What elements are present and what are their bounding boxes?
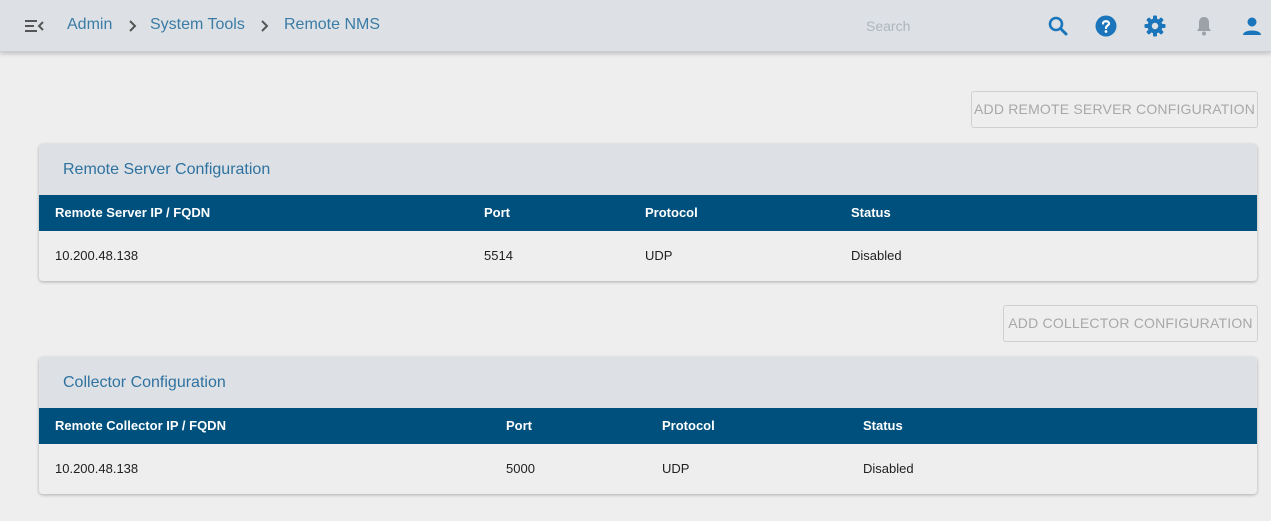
search-input[interactable] [858, 11, 1028, 41]
cell-ip: 10.200.48.138 [55, 461, 139, 476]
gear-icon[interactable] [1143, 14, 1167, 38]
card-title: Remote Server Configuration [39, 144, 1257, 195]
card-title: Collector Configuration [39, 357, 1257, 408]
chevron-right-icon [257, 16, 273, 36]
breadcrumb-admin[interactable]: Admin [67, 16, 112, 34]
column-header-protocol: Protocol [662, 418, 715, 433]
cell-ip: 10.200.48.138 [55, 248, 139, 263]
remote-server-configuration-card: Remote Server Configuration Remote Serve… [39, 144, 1257, 281]
table-header: Remote Collector IP / FQDN Port Protocol… [39, 408, 1257, 444]
cell-protocol: UDP [645, 248, 673, 263]
chevron-right-icon [125, 16, 141, 36]
menu-collapse-icon[interactable] [22, 14, 46, 38]
bell-icon[interactable] [1192, 14, 1216, 38]
add-collector-configuration-button[interactable]: ADD COLLECTOR CONFIGURATION [1003, 305, 1258, 342]
column-header-port: Port [484, 205, 510, 220]
cell-port: 5514 [484, 248, 513, 263]
collector-configuration-card: Collector Configuration Remote Collector… [39, 357, 1257, 494]
column-header-protocol: Protocol [645, 205, 698, 220]
help-icon[interactable] [1094, 14, 1118, 38]
column-header-status: Status [851, 205, 891, 220]
breadcrumb-remote-nms: Remote NMS [284, 16, 381, 33]
cell-status: Disabled [863, 461, 914, 476]
column-header-ip: Remote Collector IP / FQDN [55, 418, 226, 433]
table-row[interactable]: 10.200.48.138 5514 UDP Disabled [39, 231, 1257, 281]
add-remote-server-configuration-button[interactable]: ADD REMOTE SERVER CONFIGURATION [971, 91, 1258, 128]
cell-port: 5000 [506, 461, 535, 476]
top-bar: Admin System Tools Remote NMS [0, 0, 1271, 52]
column-header-port: Port [506, 418, 532, 433]
search-icon[interactable] [1046, 14, 1070, 38]
column-header-status: Status [863, 418, 903, 433]
cell-status: Disabled [851, 248, 902, 263]
cell-protocol: UDP [662, 461, 690, 476]
account-icon[interactable] [1240, 14, 1264, 38]
table-row[interactable]: 10.200.48.138 5000 UDP Disabled [39, 444, 1257, 494]
table-header: Remote Server IP / FQDN Port Protocol St… [39, 195, 1257, 231]
column-header-ip: Remote Server IP / FQDN [55, 205, 211, 220]
breadcrumb-system-tools[interactable]: System Tools [150, 16, 245, 34]
